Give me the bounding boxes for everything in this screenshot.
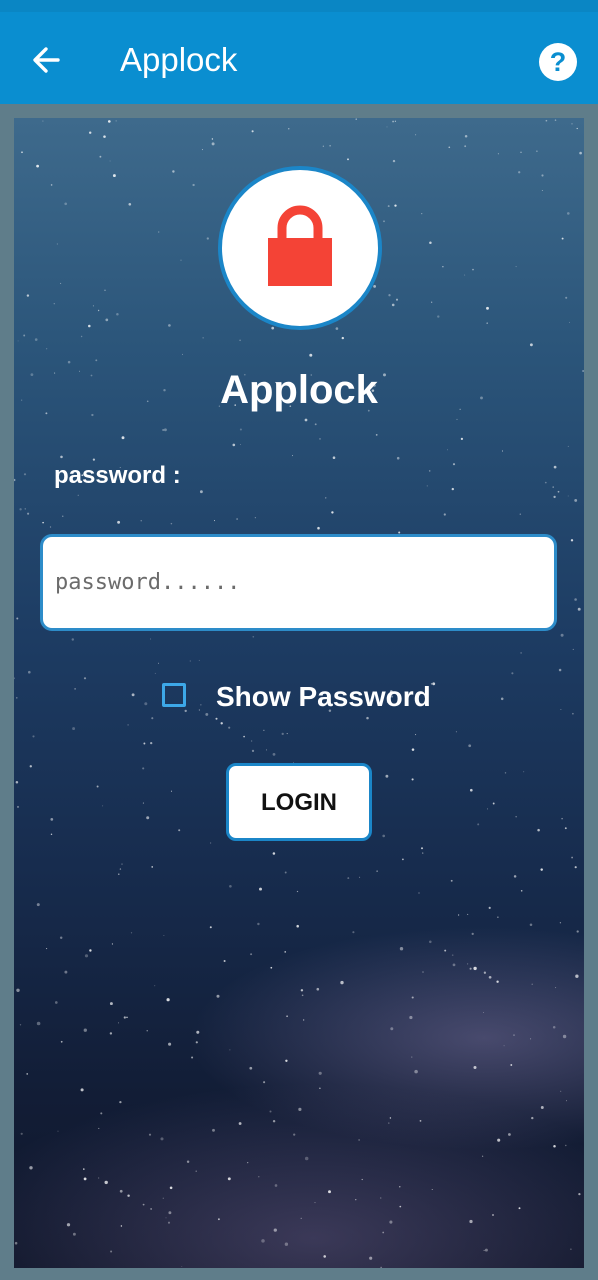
arrow-left-icon	[33, 47, 60, 73]
password-input[interactable]	[40, 534, 557, 631]
app-bar-title: Applock	[120, 41, 238, 78]
app-logo	[218, 166, 382, 330]
page-title: Applock	[220, 368, 378, 412]
svg-text:?: ?	[550, 47, 567, 77]
login-button[interactable]: LOGIN	[226, 763, 372, 841]
status-bar	[0, 0, 598, 12]
help-question-icon: ?	[539, 43, 577, 81]
password-label: password :	[54, 462, 181, 489]
show-password-label[interactable]: Show Password	[216, 680, 431, 714]
padlock-icon	[268, 205, 332, 286]
help-button[interactable]: ?	[536, 40, 580, 84]
back-button[interactable]	[22, 36, 70, 84]
app-bar: Applock ?	[0, 12, 598, 104]
show-password-checkbox[interactable]	[162, 683, 186, 707]
